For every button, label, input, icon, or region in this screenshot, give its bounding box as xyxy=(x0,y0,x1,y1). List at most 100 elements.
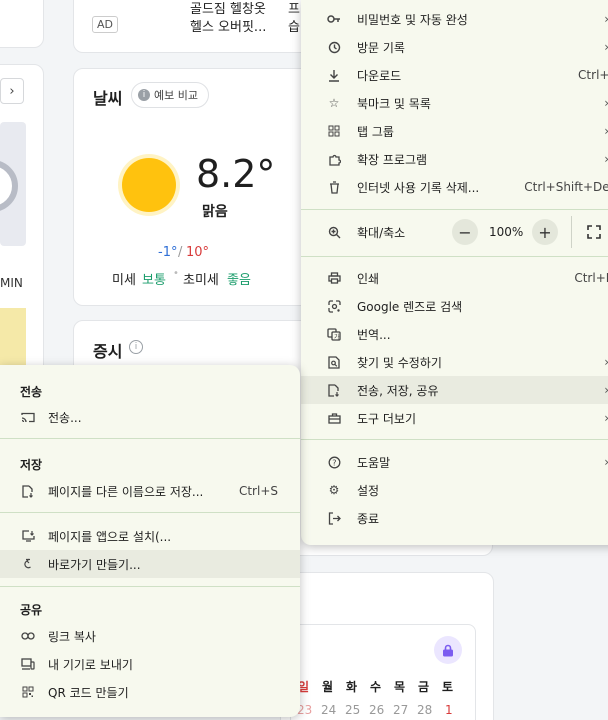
ad-badge: AD xyxy=(92,16,118,33)
high-temperature: 10° xyxy=(186,245,210,260)
current-temperature: 8.2° xyxy=(196,152,276,196)
menu-settings[interactable]: ⚙ 설정 xyxy=(301,476,608,504)
cast-save-share-submenu: 전송 전송... 저장 페이지를 다른 이름으로 저장... Ctrl+S 페이… xyxy=(0,365,300,717)
menu-separator xyxy=(301,209,608,210)
date-cell[interactable]: 26 xyxy=(369,703,384,717)
menu-bookmarks[interactable]: ☆ 북마크 및 목록 › xyxy=(301,89,608,117)
weather-condition: 맑음 xyxy=(202,204,228,220)
cast-section-header: 전송 xyxy=(20,385,43,399)
submenu-separator xyxy=(0,586,300,587)
menu-exit[interactable]: 종료 xyxy=(301,504,608,532)
compare-forecast-button[interactable]: i 예보 비교 xyxy=(131,82,209,108)
save-page-icon xyxy=(20,484,36,498)
menu-find-edit[interactable]: 찾기 및 수정하기 › xyxy=(301,348,608,376)
weekday-tue: 화 xyxy=(346,680,358,694)
fine-dust-label: 미세 xyxy=(112,273,136,288)
chevron-right-icon: › xyxy=(604,383,608,397)
date-cell[interactable]: 28 xyxy=(417,703,432,717)
menu-translate[interactable]: 가 번역... xyxy=(301,320,608,348)
link-icon xyxy=(20,629,36,643)
tab-groups-icon xyxy=(327,124,341,138)
weekday-mon: 월 xyxy=(322,680,334,694)
sun-icon xyxy=(122,158,176,212)
menu-downloads[interactable]: 다운로드 Ctrl+J xyxy=(301,61,608,89)
submenu-install-app[interactable]: 페이지를 앱으로 설치(... xyxy=(0,522,300,550)
share-section-header: 공유 xyxy=(20,603,43,617)
menu-more-tools[interactable]: 도구 더보기 › xyxy=(301,404,608,432)
download-icon xyxy=(327,68,341,82)
chevron-right-icon: › xyxy=(604,411,608,425)
submenu-cast[interactable]: 전송... xyxy=(0,403,300,431)
cast-icon xyxy=(20,410,36,424)
compare-forecast-label: 예보 비교 xyxy=(154,89,198,102)
save-section-header: 저장 xyxy=(20,458,43,472)
left-card-top xyxy=(0,0,44,48)
submenu-separator xyxy=(0,512,300,513)
chevron-right-icon: › xyxy=(604,96,608,110)
submenu-send-to-devices[interactable]: 내 기기로 보내기 xyxy=(0,650,300,678)
ad-text-line2[interactable]: 헬스 오버핏... xyxy=(190,16,266,35)
menu-history[interactable]: 방문 기록 › xyxy=(301,33,608,61)
shortcut-icon xyxy=(20,557,36,571)
date-cell[interactable]: 1 xyxy=(445,703,453,717)
menu-print[interactable]: 인쇄 Ctrl+P xyxy=(301,264,608,292)
menu-tab-groups[interactable]: 탭 그룹 › xyxy=(301,117,608,145)
calendar-weekday-row: 일 월 화 수 목 금 토 xyxy=(292,678,464,694)
chevron-right-icon: › xyxy=(604,455,608,469)
zoom-label: 확대/축소 xyxy=(357,225,406,240)
chevron-right-icon: › xyxy=(604,12,608,26)
star-icon: ☆ xyxy=(328,96,340,110)
date-cell[interactable]: 25 xyxy=(345,703,360,717)
menu-separator xyxy=(301,439,608,440)
zoom-out-button[interactable]: − xyxy=(452,219,478,245)
toolbox-icon xyxy=(327,411,341,425)
left-food-image xyxy=(0,308,26,368)
left-product-image xyxy=(0,122,26,246)
chrome-main-menu: 비밀번호 및 자동 완성 › 방문 기록 › 다운로드 Ctrl+J ☆ 북마크… xyxy=(301,0,608,545)
weather-title: 날씨 xyxy=(93,89,123,108)
chevron-right-icon: › xyxy=(604,124,608,138)
menu-help[interactable]: ? 도움말 › xyxy=(301,448,608,476)
lens-icon xyxy=(327,299,341,313)
submenu-create-qr-code[interactable]: QR 코드 만들기 xyxy=(0,678,300,706)
date-cell[interactable]: 24 xyxy=(321,703,336,717)
settings-icon: ⚙ xyxy=(328,483,340,497)
weekday-thu: 목 xyxy=(394,680,406,694)
date-cell[interactable]: 27 xyxy=(393,703,408,717)
install-app-icon xyxy=(20,529,36,543)
find-icon xyxy=(327,355,341,369)
menu-google-lens[interactable]: Google 렌즈로 검색 xyxy=(301,292,608,320)
weekday-sat: 토 xyxy=(442,680,454,694)
info-icon: i xyxy=(138,89,150,101)
stock-info-icon[interactable]: i xyxy=(129,340,143,354)
submenu-separator xyxy=(0,438,300,439)
temp-slash: / xyxy=(178,245,183,260)
puzzle-icon xyxy=(327,152,341,166)
ultra-dust-value: 좋음 xyxy=(227,273,251,288)
menu-clear-history[interactable]: 인터넷 사용 기록 삭제... Ctrl+Shift+Del xyxy=(301,173,608,201)
menu-passwords[interactable]: 비밀번호 및 자동 완성 › xyxy=(301,5,608,33)
exit-icon xyxy=(327,511,341,525)
key-icon xyxy=(327,12,341,26)
left-arrow-button[interactable]: › xyxy=(0,78,24,104)
fullscreen-button[interactable] xyxy=(581,219,607,245)
weekday-fri: 금 xyxy=(418,680,430,694)
ad2-text-line1[interactable]: 프 xyxy=(288,0,300,17)
submenu-create-shortcut[interactable]: 바로가기 만들기... xyxy=(0,550,300,578)
lock-icon[interactable] xyxy=(434,636,462,664)
dust-dot: • xyxy=(173,268,179,279)
menu-extensions[interactable]: 확장 프로그램 › xyxy=(301,145,608,173)
share-page-icon xyxy=(327,383,341,397)
zoom-in-button[interactable]: + xyxy=(532,219,558,245)
menu-separator xyxy=(301,256,608,257)
ad-text-line1[interactable]: 골드짐 헬창옷 xyxy=(190,0,266,17)
ad2-text-line2[interactable]: 습 xyxy=(288,16,300,35)
fullscreen-icon xyxy=(587,225,601,239)
zoom-value: 100% xyxy=(489,225,524,239)
submenu-copy-link[interactable]: 링크 복사 xyxy=(0,622,300,650)
low-temperature: -1° xyxy=(158,245,178,260)
help-icon: ? xyxy=(327,455,341,469)
svg-text:?: ? xyxy=(332,458,336,467)
submenu-save-page-as[interactable]: 페이지를 다른 이름으로 저장... Ctrl+S xyxy=(0,477,300,505)
menu-cast-save-share[interactable]: 전송, 저장, 공유 › xyxy=(301,376,608,404)
